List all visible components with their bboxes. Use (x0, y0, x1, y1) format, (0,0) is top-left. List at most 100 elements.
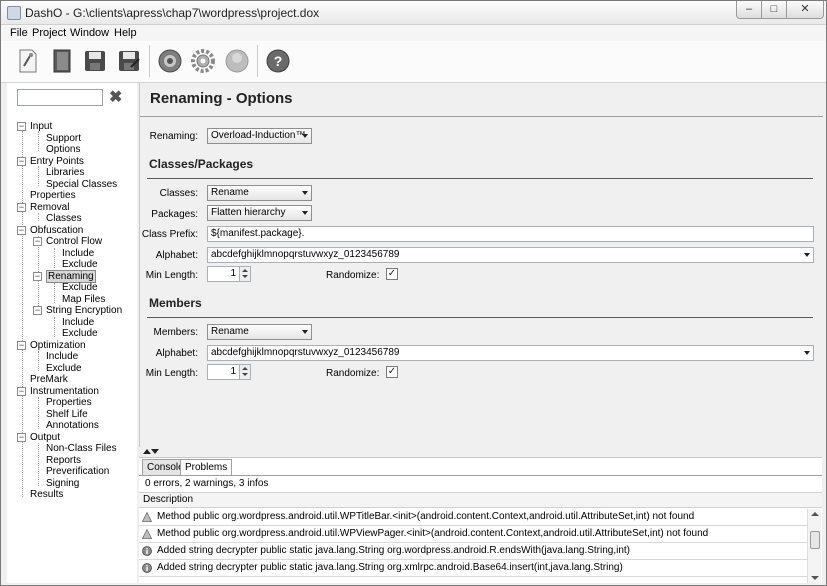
collapse-toggle-icon[interactable]: − (33, 237, 42, 246)
warning-icon (142, 529, 152, 539)
tree-item-input[interactable]: − Input (17, 121, 52, 133)
class-prefix-field[interactable]: ${manifest.package}. (207, 226, 814, 242)
collapse-toggle-icon[interactable]: − (17, 387, 26, 396)
members-select[interactable]: Rename (207, 324, 312, 340)
members-alphabet-label: Alphabet: (155, 348, 198, 359)
build-icon[interactable] (156, 47, 184, 75)
menu-bar: File Project Window Help (1, 25, 826, 41)
options-panel: Renaming - Options Renaming: Overload-In… (139, 83, 823, 447)
menu-project[interactable]: Project (32, 27, 66, 39)
arrow-down-icon[interactable] (242, 275, 248, 278)
close-window-button[interactable]: ✕ (786, 1, 824, 19)
problem-text: Added string decrypter public static jav… (157, 545, 631, 556)
arrow-down-icon[interactable] (151, 449, 159, 454)
arrow-up-icon[interactable] (242, 269, 248, 272)
arrow-up-icon[interactable] (143, 449, 151, 454)
members-heading: Members (149, 296, 202, 310)
collapse-toggle-icon[interactable]: − (17, 203, 26, 212)
collapse-toggle-icon[interactable]: − (33, 306, 42, 315)
tree-item-control-flow[interactable]: − Control Flow (33, 236, 102, 248)
stepper-buttons[interactable] (239, 365, 250, 379)
window-title: DashO - G:\clients\apress\chap7\wordpres… (25, 6, 320, 20)
collapse-toggle-icon[interactable]: − (17, 157, 26, 166)
arrow-down-icon[interactable] (242, 373, 248, 376)
tree-guide-line (38, 166, 39, 186)
save-as-icon[interactable] (115, 47, 143, 75)
tree-item-premark[interactable]: PreMark (30, 374, 68, 386)
problem-row[interactable]: Method public org.wordpress.android.util… (139, 526, 807, 543)
members-randomize-label: Randomize: (326, 368, 380, 379)
tab-problems[interactable]: Problems (180, 459, 233, 476)
tree-item-properties[interactable]: Properties (30, 190, 76, 202)
new-project-icon[interactable] (13, 47, 41, 75)
panel-splitter[interactable] (139, 447, 822, 457)
tree-item-annotations[interactable]: Annotations (46, 420, 99, 432)
collapse-toggle-icon[interactable]: − (33, 272, 42, 281)
tree-guide-line (38, 213, 39, 221)
scroll-down-icon[interactable] (811, 576, 819, 580)
collapse-toggle-icon[interactable]: − (17, 341, 26, 350)
description-column-header[interactable]: Description (139, 492, 822, 508)
scroll-thumb[interactable] (810, 531, 820, 549)
problem-row[interactable]: Method public org.wordpress.android.util… (139, 509, 807, 526)
tree-item-ren-exclude[interactable]: Exclude (62, 282, 98, 294)
tree-guide-line (54, 248, 55, 268)
arrow-up-icon[interactable] (242, 367, 248, 370)
tree-item-options[interactable]: Options (46, 144, 80, 156)
tree-item-label: Input (30, 121, 53, 132)
open-project-icon[interactable] (48, 47, 76, 75)
tree-item-se-exclude[interactable]: Exclude (62, 328, 98, 340)
tree-item-libraries[interactable]: Libraries (46, 167, 84, 179)
classes-select[interactable]: Rename (207, 185, 312, 201)
tree-item-opt-include[interactable]: Include (46, 351, 78, 363)
tree-item-label: Removal (30, 202, 70, 213)
collapse-toggle-icon[interactable]: − (17, 226, 26, 235)
options-gear-icon[interactable] (189, 47, 217, 75)
tree-item-non-class-files[interactable]: Non-Class Files (46, 443, 117, 455)
member-min-length-value: 1 (230, 366, 236, 377)
chevron-down-icon (804, 351, 810, 355)
scroll-up-icon[interactable] (811, 512, 819, 516)
tree-item-label: Entry Points (30, 156, 84, 167)
tree-guide-line (54, 283, 55, 303)
menu-help[interactable]: Help (114, 27, 137, 39)
menu-window[interactable]: Window (70, 27, 109, 39)
tree-item-string-encryption[interactable]: − String Encryption (33, 305, 122, 317)
collapse-toggle-icon[interactable]: − (17, 122, 26, 131)
tree-filter-input[interactable] (17, 89, 103, 106)
tree-item-label: Obfuscation (30, 225, 84, 236)
class-min-length-value: 1 (230, 268, 236, 279)
tree-item-label: Instrumentation (30, 386, 99, 397)
menu-file[interactable]: File (10, 27, 28, 39)
chevron-down-icon (302, 330, 308, 334)
help-icon[interactable]: ? (264, 47, 292, 75)
minimize-button[interactable]: – (736, 1, 762, 19)
toolbar: ? (1, 41, 826, 83)
tree-item-classes[interactable]: Classes (46, 213, 82, 225)
renaming-mode-select[interactable]: Overload-Induction™ (207, 128, 312, 144)
member-randomize-checkbox[interactable]: ✓ (386, 366, 398, 378)
class-alphabet-combo[interactable]: abcdefghijklmnopqrstuvwxyz_0123456789 (207, 247, 814, 263)
clear-filter-icon[interactable]: ✖ (109, 87, 122, 107)
stepper-buttons[interactable] (239, 267, 250, 281)
tree-item-preverification[interactable]: Preverification (46, 466, 109, 478)
run-icon[interactable] (223, 47, 251, 75)
section-divider (147, 317, 813, 318)
problem-row[interactable]: Added string decrypter public static jav… (139, 543, 807, 560)
member-alphabet-combo[interactable]: abcdefghijklmnopqrstuvwxyz_0123456789 (207, 345, 814, 361)
tree-item-inst-properties[interactable]: Properties (46, 397, 92, 409)
packages-select[interactable]: Flatten hierarchy (207, 205, 312, 221)
output-panel: Console Problems 0 errors, 2 warnings, 3… (139, 457, 822, 583)
save-icon[interactable] (81, 47, 109, 75)
problem-row[interactable]: Added string decrypter public static jav… (139, 560, 807, 577)
member-min-length-stepper[interactable]: 1 (207, 364, 251, 380)
class-min-length-stepper[interactable]: 1 (207, 266, 251, 282)
alphabet-label: Alphabet: (155, 250, 198, 261)
classes-label: Classes: (159, 188, 198, 199)
maximize-button[interactable]: □ (761, 1, 787, 19)
collapse-toggle-icon[interactable]: − (17, 433, 26, 442)
class-randomize-checkbox[interactable]: ✓ (386, 268, 398, 280)
renaming-mode-value: Overload-Induction™ (211, 130, 306, 141)
problems-scrollbar[interactable] (807, 509, 821, 583)
tree-item-results[interactable]: Results (30, 489, 63, 501)
